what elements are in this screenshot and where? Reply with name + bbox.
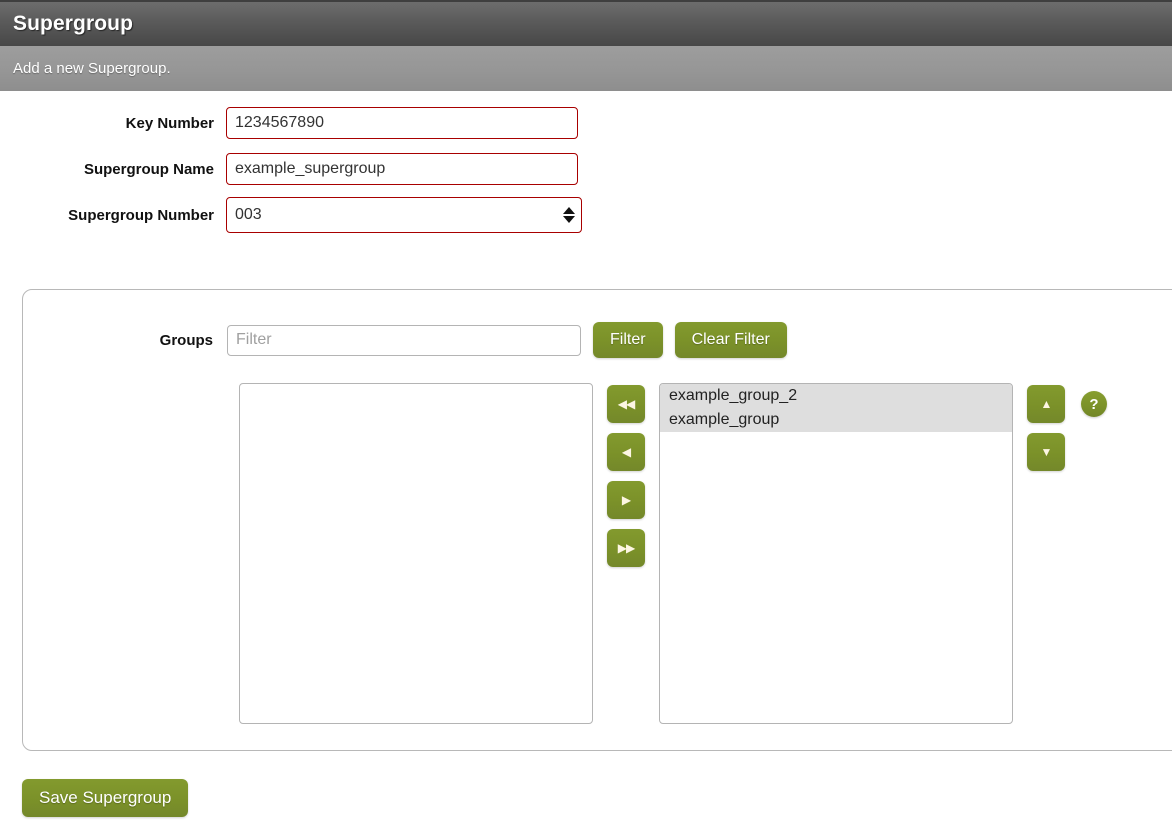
- key-number-input[interactable]: [226, 107, 578, 139]
- list-item[interactable]: example_group_2: [660, 384, 1012, 408]
- group-filter-input[interactable]: [227, 324, 581, 356]
- move-down-icon: ▼: [1040, 445, 1053, 459]
- supergroup-number-wrap: [226, 197, 582, 233]
- form-row-supergroup-number: Supergroup Number: [0, 192, 1172, 238]
- form-row-supergroup-name: Supergroup Name: [0, 146, 1172, 192]
- number-stepper[interactable]: [563, 207, 575, 223]
- help-icon[interactable]: ?: [1081, 391, 1107, 417]
- page-subtitle: Add a new Supergroup.: [13, 60, 171, 77]
- page-title: Supergroup: [13, 12, 133, 35]
- list-item[interactable]: example_group: [660, 408, 1012, 432]
- clear-filter-button[interactable]: Clear Filter: [674, 322, 787, 358]
- label-groups: Groups: [159, 331, 213, 349]
- groups-filter-row: Groups Filter Clear Filter: [23, 322, 787, 358]
- selected-groups-listbox[interactable]: example_group_2 example_group: [659, 383, 1013, 724]
- move-down-button[interactable]: ▼: [1027, 433, 1065, 471]
- dual-list-selector: ◀◀ ◀ ▶ ▶▶ example_group_2 example_group ▲…: [239, 383, 1107, 724]
- app-subheader: Add a new Supergroup.: [0, 46, 1172, 91]
- supergroup-number-input[interactable]: [226, 197, 582, 233]
- transfer-buttons: ◀◀ ◀ ▶ ▶▶: [607, 383, 645, 724]
- move-up-button[interactable]: ▲: [1027, 385, 1065, 423]
- double-left-arrow-icon: ◀◀: [617, 397, 635, 411]
- filter-button[interactable]: Filter: [593, 322, 663, 358]
- supergroup-name-input[interactable]: [226, 153, 578, 185]
- label-key-number: Key Number: [125, 114, 214, 132]
- double-right-arrow-icon: ▶▶: [617, 541, 635, 555]
- move-up-icon: ▲: [1040, 397, 1053, 411]
- label-supergroup-name: Supergroup Name: [83, 160, 214, 178]
- save-supergroup-button[interactable]: Save Supergroup: [22, 779, 189, 817]
- supergroup-form: Key Number Supergroup Name Supergroup Nu…: [0, 91, 1172, 238]
- label-supergroup-number: Supergroup Number: [68, 206, 214, 224]
- stepper-up-icon[interactable]: [563, 207, 575, 214]
- stepper-down-icon[interactable]: [563, 216, 575, 223]
- move-right-button[interactable]: ▶: [607, 481, 645, 519]
- form-row-key-number: Key Number: [0, 100, 1172, 146]
- single-right-arrow-icon: ▶: [621, 493, 631, 507]
- move-left-button[interactable]: ◀: [607, 433, 645, 471]
- order-buttons: ▲ ▼: [1027, 383, 1065, 724]
- app-header: Supergroup: [0, 0, 1172, 46]
- move-all-left-button[interactable]: ◀◀: [607, 385, 645, 423]
- single-left-arrow-icon: ◀: [621, 445, 631, 459]
- move-all-right-button[interactable]: ▶▶: [607, 529, 645, 567]
- groups-panel: Groups Filter Clear Filter ◀◀ ◀ ▶ ▶▶ exa…: [22, 289, 1172, 751]
- available-groups-listbox[interactable]: [239, 383, 593, 724]
